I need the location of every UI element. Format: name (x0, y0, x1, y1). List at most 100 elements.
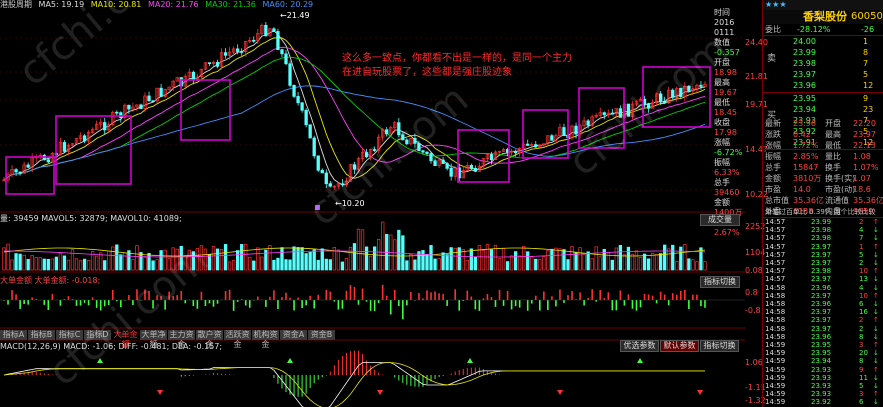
macd-signal-marker (157, 390, 163, 395)
volume-bar (473, 256, 477, 271)
volume-bar (54, 256, 59, 271)
info-value: 39460 (714, 188, 740, 197)
volume-bar (38, 257, 42, 271)
volume-bar (99, 252, 103, 271)
volume-bar (348, 246, 353, 271)
candle-body (320, 169, 324, 174)
volume-bar (300, 247, 304, 271)
volume-bar (240, 244, 244, 271)
indicator-tab[interactable]: 机构资金 (252, 330, 280, 349)
volume-bar (437, 258, 441, 271)
volume-bar (513, 251, 518, 271)
chart-area[interactable]: 港股周期 MA5: 19.19 MA10: 20.81 MA20: 21.76 … (0, 0, 745, 407)
indicator-tab[interactable]: 资金B (308, 330, 336, 340)
volume-bar (336, 249, 341, 271)
volume-bar (256, 247, 260, 271)
volume-bar (360, 229, 365, 271)
candle-body (159, 87, 163, 97)
volume-bar (626, 246, 631, 271)
volume-bar (119, 254, 123, 271)
candle-body (284, 53, 288, 65)
quote-header: ★★★ (763, 0, 883, 10)
macd-button[interactable]: 默认参数 (660, 340, 699, 352)
ma-legend-item: MA20: 21.76 (145, 0, 199, 9)
volume-bar (445, 254, 449, 271)
volume-bar (272, 259, 276, 271)
volume-bar (296, 247, 300, 271)
indicator-tab[interactable]: 散户资金 (196, 330, 224, 349)
stat-row: 市盈 14.0 市盈(动) 18.6 (765, 185, 871, 194)
tick-row: 14:57 23.97 2 ↓ (765, 259, 879, 267)
volume-bar (340, 261, 345, 271)
indicator-tab[interactable]: 主力资金 (168, 330, 196, 349)
tick-row: 14:58 23.96 4 ↓ (765, 283, 879, 292)
volume-bar (26, 258, 30, 271)
tick-row: 14:59 23.93 9 ↑ (765, 365, 879, 374)
info-value: 2016 (714, 18, 735, 27)
candle-body (288, 63, 292, 86)
volume-bar (405, 260, 409, 271)
volume-bar (6, 243, 10, 271)
stat-row: 总手 15847 换手 1.07% (765, 163, 879, 172)
macd-button[interactable]: 优选参数 (620, 340, 659, 352)
volume-bar (622, 254, 627, 271)
candle-body (240, 51, 244, 53)
volume-bar (570, 246, 574, 271)
tick-row: 14:58 23.97 2 ↑ (765, 316, 879, 325)
stat-row: 总市值 35.36亿 流通值 35.36亿 (765, 196, 883, 205)
volume-bar (50, 258, 54, 271)
tick-row: 14:58 23.96 8 ↓ (765, 332, 879, 341)
axis-macd-1: 1.06 (745, 358, 763, 367)
macd-signal-marker (697, 390, 703, 395)
bid-row: 23.94 23 (793, 105, 874, 114)
stat-row: 振幅 2.85% 量比 1.08 (765, 152, 871, 161)
candle-body (489, 154, 494, 161)
indicator-tab[interactable]: 活跃资金 (224, 330, 252, 349)
candle-body (429, 153, 433, 162)
ma-legend-item: MA30: 21.36 (202, 0, 256, 9)
tick-row: 14:58 23.97 10 ↑ (765, 291, 879, 300)
volume-bar (288, 259, 292, 271)
volume-bar (280, 247, 284, 271)
candle-body (191, 71, 195, 81)
tick-list[interactable]: 14:57 23.99 2 ↑ 14:57 23.98 4 ↓ 14:57 23.98 7 ↓ 14:5… (763, 218, 883, 407)
volume-bar (66, 259, 71, 271)
candle-body (151, 100, 155, 103)
volume-bar (465, 259, 469, 271)
volume-bar (316, 259, 320, 271)
volume-bar (231, 259, 236, 271)
indicator-tab[interactable]: 资金A (280, 330, 308, 340)
volume-bar (70, 249, 75, 271)
volume-bar (542, 256, 546, 271)
candle-body (574, 125, 578, 135)
volume-bar (518, 255, 522, 271)
money-switch-button[interactable]: 指标切换 (700, 276, 740, 288)
info-value: -6.72% (714, 148, 743, 157)
info-value: 19.67 (714, 88, 737, 97)
candle-body (550, 135, 554, 141)
volume-bar (123, 252, 127, 271)
volume-bar (223, 244, 228, 271)
volume-legend: 量: 39459 MAVOL5: 32879; MAVOL10: 41089; (0, 214, 182, 223)
indicator-tab[interactable]: 指标A (0, 330, 28, 340)
volume-bar (566, 259, 570, 271)
volume-bar (14, 253, 18, 271)
candle-body (441, 159, 445, 164)
volume-bar (695, 261, 699, 271)
volume-bar (659, 253, 663, 271)
volume-bar (10, 259, 14, 271)
macd-button[interactable]: 指标切换 (700, 340, 739, 352)
indicator-tabs: 指标A 指标B 指标C 指标D 大单金额 大单净额 主力资金 散户资金 活跃资金 机构资金 资金A 资… (0, 330, 340, 349)
ma-legend: 港股周期 MA5: 19.19 MA10: 20.81 MA20: 21.76 … (0, 0, 313, 10)
volume-bar (574, 252, 578, 271)
volume-bar (107, 250, 111, 271)
volume-bar (457, 247, 461, 271)
volume-indicator-button[interactable]: 成交量 (700, 214, 740, 226)
candle-body (264, 24, 268, 37)
stock-title-bar: 香梨股份 600506 (763, 10, 883, 24)
volume-bar (86, 259, 91, 271)
indicator-tab[interactable]: 指标B (28, 330, 56, 340)
volume-bar (103, 260, 107, 271)
volume-bar (526, 251, 530, 271)
ask-row: 23.98 7 (793, 59, 869, 68)
